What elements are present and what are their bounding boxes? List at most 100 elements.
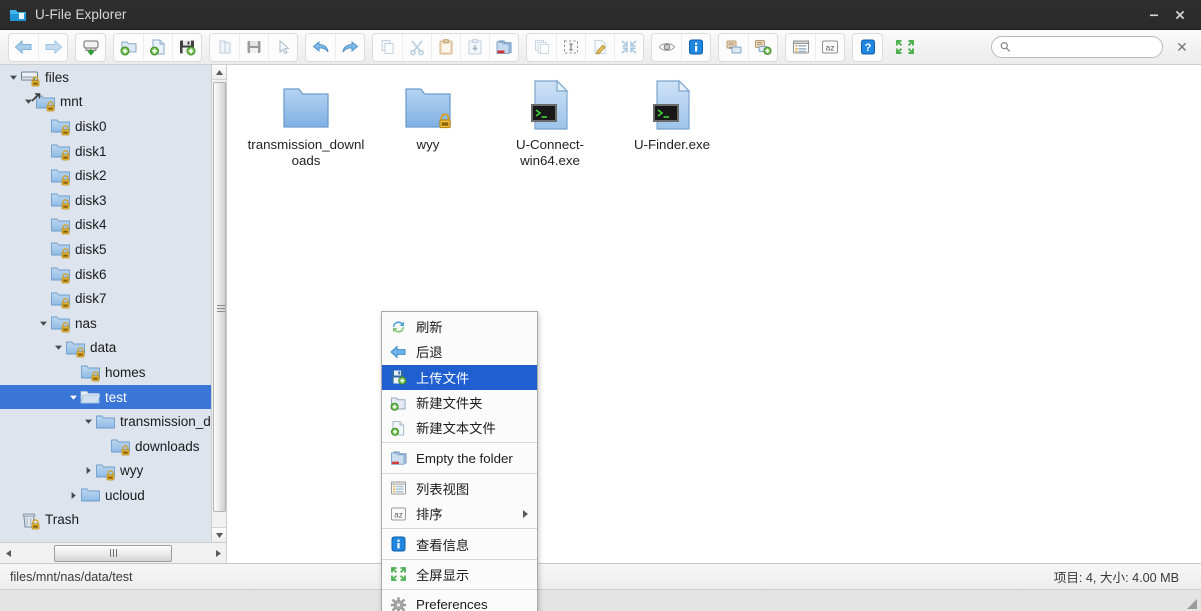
context-menu-item[interactable]: Preferences — [382, 592, 537, 611]
tree-item-transmission-downloads[interactable]: transmission_downloads — [0, 409, 226, 434]
tree-item-ucloud[interactable]: ucloud — [0, 483, 226, 508]
twisty-collapsed-icon[interactable] — [81, 466, 95, 475]
file-item[interactable]: transmission_downloads — [245, 73, 367, 168]
context-menu-label: 新建文本文件 — [416, 421, 496, 437]
context-menu-item[interactable]: 新建文件夹 — [382, 390, 537, 415]
new-file-button[interactable] — [143, 33, 172, 61]
copy-button[interactable] — [373, 34, 402, 61]
scroll-up-button[interactable] — [212, 65, 226, 80]
svg-text:az: az — [394, 510, 402, 519]
cut-button[interactable] — [402, 33, 431, 61]
cursor-arrow-button[interactable] — [268, 33, 297, 61]
tree-item-disk6[interactable]: disk6 — [0, 262, 226, 287]
new-folder-button[interactable] — [114, 34, 143, 61]
save-button[interactable] — [239, 33, 268, 61]
sort-az-button[interactable]: az — [815, 33, 844, 61]
file-name-label: U-Connect-win64.exe — [516, 137, 584, 168]
twisty-expanded-icon[interactable] — [6, 73, 20, 82]
menu-separator — [382, 528, 537, 530]
context-menu-item[interactable]: az 排序 — [382, 501, 537, 526]
preview-eye-button[interactable] — [652, 34, 681, 61]
tree-item-data[interactable]: data — [0, 336, 226, 361]
add-share-button[interactable] — [748, 33, 777, 61]
forward-button[interactable] — [38, 33, 67, 61]
horizontal-scrollbar-thumb[interactable] — [54, 544, 172, 562]
tree-item-nas[interactable]: nas — [0, 311, 226, 336]
share-server-button[interactable] — [719, 34, 748, 61]
expand-arrows-icon — [390, 566, 408, 582]
delete-folder-button[interactable] — [489, 33, 518, 61]
resize-grip[interactable] — [1186, 597, 1198, 609]
lock-badge-icon — [437, 113, 453, 129]
search-area: ✕ — [991, 34, 1201, 60]
context-menu-item[interactable]: 后退 — [382, 339, 537, 364]
back-button[interactable] — [9, 34, 38, 61]
tree-item-homes[interactable]: homes — [0, 360, 226, 385]
twisty-collapsed-icon[interactable] — [66, 491, 80, 500]
context-menu-item[interactable]: 查看信息 — [382, 531, 537, 556]
rename-pencil-button[interactable] — [585, 33, 614, 61]
undo-button[interactable] — [306, 34, 335, 61]
select-all-button[interactable] — [556, 33, 585, 61]
collapse-arrows-button[interactable] — [614, 33, 643, 61]
list-view-button[interactable] — [786, 34, 815, 61]
open-folder-button[interactable] — [210, 34, 239, 61]
context-menu-item[interactable]: 全屏显示 — [382, 562, 537, 587]
twisty-expanded-icon[interactable] — [36, 319, 50, 328]
context-menu-label: Preferences — [416, 597, 488, 611]
tree-item-disk1[interactable]: disk1 — [0, 139, 226, 164]
scroll-down-button[interactable] — [212, 527, 226, 542]
tree-item-wyy[interactable]: wyy — [0, 459, 226, 484]
sidebar-vertical-scrollbar[interactable] — [211, 65, 226, 542]
file-item[interactable]: wyy — [367, 73, 489, 168]
duplicate-button[interactable] — [527, 34, 556, 61]
context-menu-item[interactable]: 刷新 — [382, 314, 537, 339]
context-menu-item[interactable]: Empty the folder — [382, 445, 537, 470]
file-item[interactable]: U-Finder.exe — [611, 73, 733, 168]
download-drive-button[interactable] — [76, 34, 105, 61]
help-button[interactable]: ? — [853, 34, 882, 61]
svg-text:?: ? — [864, 42, 871, 54]
file-item[interactable]: U-Connect-win64.exe — [489, 73, 611, 168]
scroll-left-button[interactable] — [0, 544, 16, 563]
file-list-pane[interactable]: transmission_downloads wyy U-Connect-win64… — [226, 65, 1201, 563]
search-box[interactable] — [991, 36, 1163, 58]
tree-item-disk0[interactable]: disk0 — [0, 114, 226, 139]
tree-item-mnt[interactable]: mnt — [0, 90, 226, 115]
search-input[interactable] — [1011, 40, 1154, 54]
context-menu-item[interactable]: 新建文本文件 — [382, 415, 537, 440]
search-clear-button[interactable]: ✕ — [1169, 34, 1195, 60]
redo-button[interactable] — [335, 33, 364, 61]
context-menu-item[interactable]: 列表视图 — [382, 476, 537, 501]
folder-link-lock-icon — [31, 93, 56, 112]
tree-item-disk4[interactable]: disk4 — [0, 213, 226, 238]
tree-item-disk2[interactable]: disk2 — [0, 163, 226, 188]
tree-item-files[interactable]: files — [0, 65, 226, 90]
tree-item-disk5[interactable]: disk5 — [0, 237, 226, 262]
scrollbar-grip — [217, 305, 225, 314]
tree-item-label: transmission_downloads — [120, 414, 226, 430]
sidebar-horizontal-scrollbar[interactable] — [0, 542, 226, 563]
toolbar-group-help: ? — [852, 32, 883, 62]
tree-item-disk7[interactable]: disk7 — [0, 286, 226, 311]
window-title: U-File Explorer — [35, 7, 127, 22]
close-button[interactable] — [1167, 2, 1193, 28]
twisty-expanded-icon[interactable] — [66, 393, 80, 402]
minimize-button[interactable] — [1141, 2, 1167, 28]
window-controls — [1141, 2, 1201, 28]
twisty-expanded-icon[interactable] — [81, 417, 95, 426]
tree-item-trash[interactable]: Trash — [0, 508, 226, 533]
tree-item-test[interactable]: test — [0, 384, 226, 410]
paste-special-button[interactable] — [460, 33, 489, 61]
context-menu-item[interactable]: 上传文件 — [382, 364, 537, 390]
fullscreen-toggle-button[interactable] — [890, 34, 919, 61]
paste-button[interactable] — [431, 33, 460, 61]
scrollbar-thumb[interactable] — [213, 82, 226, 512]
scroll-right-button[interactable] — [210, 544, 226, 563]
tree-item-downloads[interactable]: downloads — [0, 434, 226, 459]
tree-item-disk3[interactable]: disk3 — [0, 188, 226, 213]
upload-file-button[interactable] — [172, 33, 201, 61]
twisty-expanded-icon[interactable] — [51, 343, 65, 352]
horizontal-scroll-track[interactable] — [16, 544, 210, 563]
info-button[interactable] — [681, 33, 710, 61]
